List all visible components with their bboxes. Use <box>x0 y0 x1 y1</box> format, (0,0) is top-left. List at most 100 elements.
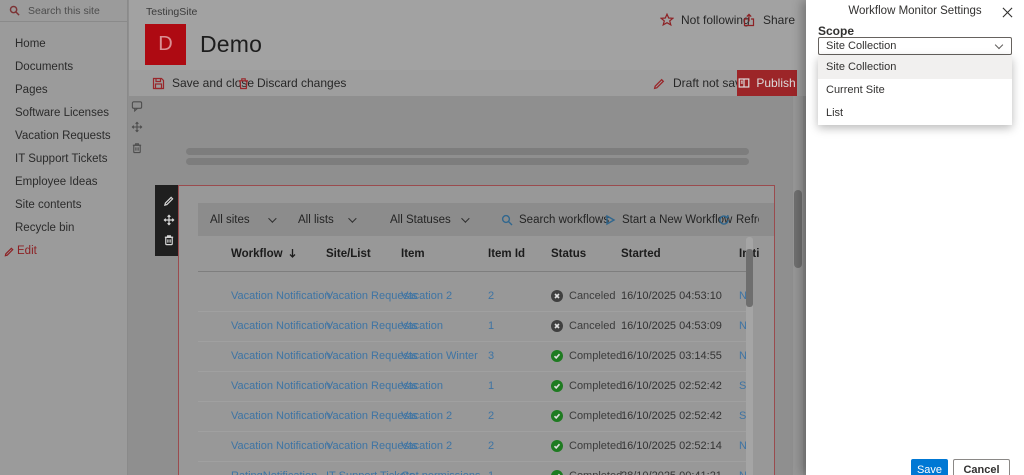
workflow-link[interactable]: Vacation Notification <box>231 320 330 332</box>
table-row[interactable]: RatingNotificationIT Support TicketsGet … <box>179 461 746 475</box>
page-scrollbar[interactable] <box>793 96 803 475</box>
column-status[interactable]: Status <box>551 248 586 260</box>
move-webpart-icon[interactable] <box>163 214 175 226</box>
item-link[interactable]: Vacation <box>401 380 443 392</box>
status-badge: Completed <box>551 410 622 422</box>
sidebar-item-vacation-requests[interactable]: Vacation Requests <box>0 125 128 148</box>
initiated-by-link[interactable]: Syst <box>739 410 746 422</box>
sidebar-item-pages[interactable]: Pages <box>0 79 128 102</box>
page-scrollbar-thumb[interactable] <box>794 190 802 268</box>
sidebar-item-documents[interactable]: Documents <box>0 56 128 79</box>
publish-icon <box>738 78 750 88</box>
item-link[interactable]: Vacation 2 <box>401 410 452 422</box>
item-id-link[interactable]: 2 <box>488 410 494 422</box>
item-link[interactable]: Vacation <box>401 320 443 332</box>
start-new-workflow-button[interactable]: Start a New Workflow <box>604 203 732 236</box>
panel-title: Workflow Monitor Settings <box>848 5 982 17</box>
sidebar-edit-link[interactable]: Edit <box>0 240 128 263</box>
close-panel-button[interactable] <box>1002 5 1016 19</box>
workflow-link[interactable]: RatingNotification <box>231 470 317 475</box>
trash-icon[interactable] <box>131 142 143 154</box>
workflow-monitor-settings-panel: Workflow Monitor Settings Scope Site Col… <box>806 0 1024 475</box>
all-lists-dropdown[interactable]: All lists <box>298 203 357 236</box>
table-row[interactable]: Vacation Notification Vacation Requests Va… <box>179 431 746 461</box>
discard-changes-button[interactable]: Discard changes <box>237 70 346 96</box>
sidebar-item-site-contents[interactable]: Site contents <box>0 194 128 217</box>
table-scrollbar-thumb[interactable] <box>746 249 753 307</box>
page-title: Demo <box>200 31 263 57</box>
item-link[interactable]: Vacation 2 <box>401 290 452 302</box>
search-icon <box>501 214 513 225</box>
table-row[interactable]: Vacation Notification Vacation Requests Va… <box>179 371 746 401</box>
column-item-id[interactable]: Item Id <box>488 248 525 260</box>
initiated-by-link[interactable]: Syst <box>739 380 746 392</box>
save-button[interactable]: Save <box>911 459 948 475</box>
item-id-link[interactable]: 1 <box>488 320 494 332</box>
status-badge: Completed <box>551 470 622 475</box>
all-sites-label: All sites <box>210 213 250 226</box>
option-site-collection[interactable]: Site Collection <box>818 56 1012 79</box>
initiated-by-link[interactable]: Nikit <box>739 320 746 332</box>
cancel-button[interactable]: Cancel <box>953 459 1010 475</box>
initiated-by-link[interactable]: Nikit <box>739 470 746 475</box>
share-button[interactable]: Share <box>742 13 795 27</box>
pencil-icon <box>653 78 665 89</box>
move-icon[interactable] <box>131 121 143 133</box>
workflow-link[interactable]: Vacation Notification <box>231 290 330 302</box>
table-scrollbar[interactable] <box>746 237 753 475</box>
item-link[interactable]: Vacation Winter <box>401 350 478 362</box>
item-link[interactable]: Get permissions <box>401 470 480 475</box>
star-icon <box>660 13 674 27</box>
breadcrumb[interactable]: TestingSite <box>146 6 197 18</box>
scope-dropdown[interactable]: Site Collection <box>818 37 1012 55</box>
scope-dropdown-value: Site Collection <box>826 40 897 52</box>
not-following-button[interactable]: Not following <box>660 13 750 27</box>
status-label: Completed <box>569 350 623 362</box>
item-id-link[interactable]: 1 <box>488 470 494 475</box>
sidebar-item-it-support-tickets[interactable]: IT Support Tickets <box>0 148 128 171</box>
site-logo[interactable]: D <box>145 24 186 65</box>
initiated-by-link[interactable]: Nikit <box>739 350 746 362</box>
initiated-by-link[interactable]: Nikit <box>739 440 746 452</box>
status-badge: Canceled <box>551 290 615 302</box>
table-row[interactable]: Vacation Notification Vacation Requests Va… <box>179 281 746 311</box>
workflow-link[interactable]: Vacation Notification <box>231 440 330 452</box>
item-id-link[interactable]: 3 <box>488 350 494 362</box>
option-list[interactable]: List <box>818 102 1012 125</box>
status-icon <box>551 290 563 302</box>
workflow-link[interactable]: Vacation Notification <box>231 350 330 362</box>
refresh-button[interactable]: Refre <box>718 203 759 236</box>
item-link[interactable]: Vacation 2 <box>401 440 452 452</box>
sidebar-item-home[interactable]: Home <box>0 33 128 56</box>
option-current-site[interactable]: Current Site <box>818 79 1012 102</box>
table-row[interactable]: Vacation Notification Vacation Requests Va… <box>179 341 746 371</box>
site-search-input[interactable]: Search this site <box>0 0 128 22</box>
workflow-link[interactable]: Vacation Notification <box>231 380 330 392</box>
column-item[interactable]: Item <box>401 248 425 260</box>
sidebar-item-software-licenses[interactable]: Software Licenses <box>0 102 128 125</box>
workflow-link[interactable]: Vacation Notification <box>231 410 330 422</box>
status-label: Canceled <box>569 290 616 302</box>
search-workflows-button[interactable]: Search workflows <box>501 203 609 236</box>
status-label: Completed <box>569 380 623 392</box>
status-icon <box>551 410 563 422</box>
sidebar-item-recycle-bin[interactable]: Recycle bin <box>0 217 128 240</box>
initiated-by-link[interactable]: Nikit <box>739 290 746 302</box>
delete-webpart-icon[interactable] <box>163 234 175 246</box>
comment-icon[interactable] <box>131 100 143 112</box>
table-row[interactable]: Vacation Notification Vacation Requests Va… <box>179 311 746 341</box>
item-id-link[interactable]: 2 <box>488 290 494 302</box>
all-sites-dropdown[interactable]: All sites <box>210 203 277 236</box>
edit-webpart-icon[interactable] <box>163 195 175 207</box>
workflow-monitor-webpart[interactable]: All sites All lists All Statuses Search … <box>178 185 775 475</box>
table-row[interactable]: Vacation Notification Vacation Requests Va… <box>179 401 746 431</box>
column-started[interactable]: Started <box>621 248 661 260</box>
all-statuses-dropdown[interactable]: All Statuses <box>390 203 470 236</box>
item-id-link[interactable]: 1 <box>488 380 494 392</box>
item-id-link[interactable]: 2 <box>488 440 494 452</box>
column-workflow[interactable]: Workflow <box>231 248 297 260</box>
sidebar-item-employee-ideas[interactable]: Employee Ideas <box>0 171 128 194</box>
publish-button[interactable]: Publish <box>737 70 797 96</box>
column-site-list[interactable]: Site/List <box>326 248 371 260</box>
pencil-icon <box>4 247 14 257</box>
